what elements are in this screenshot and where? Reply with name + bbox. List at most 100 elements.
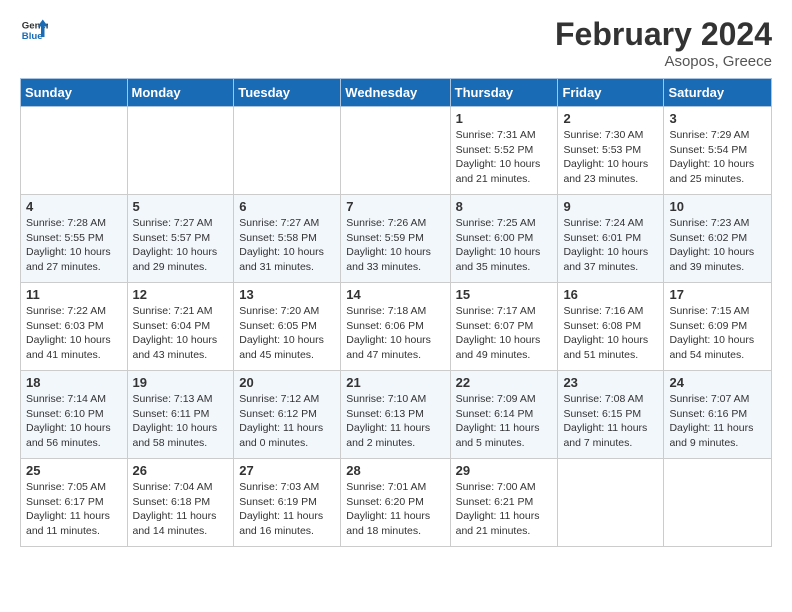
day-info: Sunrise: 7:08 AM Sunset: 6:15 PM Dayligh… <box>563 392 658 451</box>
day-info: Sunrise: 7:28 AM Sunset: 5:55 PM Dayligh… <box>26 216 122 275</box>
day-info: Sunrise: 7:04 AM Sunset: 6:18 PM Dayligh… <box>133 480 229 539</box>
calendar-cell: 4 Sunrise: 7:28 AM Sunset: 5:55 PM Daylig… <box>21 195 128 283</box>
day-info: Sunrise: 7:26 AM Sunset: 5:59 PM Dayligh… <box>346 216 444 275</box>
day-info: Sunrise: 7:25 AM Sunset: 6:00 PM Dayligh… <box>456 216 553 275</box>
weekday-header: Tuesday <box>234 79 341 107</box>
day-number: 17 <box>669 287 766 302</box>
day-info: Sunrise: 7:30 AM Sunset: 5:53 PM Dayligh… <box>563 128 658 187</box>
calendar-cell <box>234 107 341 195</box>
calendar-cell: 15Sunrise: 7:17 AM Sunset: 6:07 PM Dayli… <box>450 283 558 371</box>
calendar-cell <box>558 459 664 547</box>
day-number: 23 <box>563 375 658 390</box>
weekday-header-row: SundayMondayTuesdayWednesdayThursdayFrid… <box>21 79 772 107</box>
day-info: Sunrise: 7:18 AM Sunset: 6:06 PM Dayligh… <box>346 304 444 363</box>
day-info: Sunrise: 7:15 AM Sunset: 6:09 PM Dayligh… <box>669 304 766 363</box>
calendar-cell: 29 Sunrise: 7:00 AM Sunset: 6:21 PM Dayli… <box>450 459 558 547</box>
day-info: Sunrise: 7:10 AM Sunset: 6:13 PM Dayligh… <box>346 392 444 451</box>
day-number: 8 <box>456 199 553 214</box>
day-number: 25 <box>26 463 122 478</box>
calendar-cell: 12 Sunrise: 7:21 AM Sunset: 6:04 PM Dayli… <box>127 283 234 371</box>
calendar-week-row: 11Sunrise: 7:22 AM Sunset: 6:03 PM Dayli… <box>21 283 772 371</box>
weekday-header: Monday <box>127 79 234 107</box>
day-info: Sunrise: 7:31 AM Sunset: 5:52 PM Dayligh… <box>456 128 553 187</box>
day-number: 22 <box>456 375 553 390</box>
calendar-cell: 16 Sunrise: 7:16 AM Sunset: 6:08 PM Dayli… <box>558 283 664 371</box>
calendar-cell: 1 Sunrise: 7:31 AM Sunset: 5:52 PM Daylig… <box>450 107 558 195</box>
day-number: 14 <box>346 287 444 302</box>
weekday-header: Friday <box>558 79 664 107</box>
calendar-week-row: 4 Sunrise: 7:28 AM Sunset: 5:55 PM Daylig… <box>21 195 772 283</box>
day-info: Sunrise: 7:00 AM Sunset: 6:21 PM Dayligh… <box>456 480 553 539</box>
calendar-cell: 2 Sunrise: 7:30 AM Sunset: 5:53 PM Daylig… <box>558 107 664 195</box>
day-info: Sunrise: 7:27 AM Sunset: 5:57 PM Dayligh… <box>133 216 229 275</box>
day-number: 19 <box>133 375 229 390</box>
day-info: Sunrise: 7:01 AM Sunset: 6:20 PM Dayligh… <box>346 480 444 539</box>
day-number: 2 <box>563 111 658 126</box>
day-number: 26 <box>133 463 229 478</box>
day-info: Sunrise: 7:07 AM Sunset: 6:16 PM Dayligh… <box>669 392 766 451</box>
day-number: 12 <box>133 287 229 302</box>
day-info: Sunrise: 7:20 AM Sunset: 6:05 PM Dayligh… <box>239 304 335 363</box>
day-info: Sunrise: 7:27 AM Sunset: 5:58 PM Dayligh… <box>239 216 335 275</box>
day-number: 1 <box>456 111 553 126</box>
calendar-cell: 9 Sunrise: 7:24 AM Sunset: 6:01 PM Daylig… <box>558 195 664 283</box>
day-number: 16 <box>563 287 658 302</box>
calendar-cell: 26 Sunrise: 7:04 AM Sunset: 6:18 PM Dayli… <box>127 459 234 547</box>
day-info: Sunrise: 7:23 AM Sunset: 6:02 PM Dayligh… <box>669 216 766 275</box>
calendar-cell: 7 Sunrise: 7:26 AM Sunset: 5:59 PM Daylig… <box>341 195 450 283</box>
day-number: 4 <box>26 199 122 214</box>
calendar-cell <box>21 107 128 195</box>
calendar-cell: 27Sunrise: 7:03 AM Sunset: 6:19 PM Dayli… <box>234 459 341 547</box>
day-info: Sunrise: 7:09 AM Sunset: 6:14 PM Dayligh… <box>456 392 553 451</box>
day-number: 9 <box>563 199 658 214</box>
day-info: Sunrise: 7:21 AM Sunset: 6:04 PM Dayligh… <box>133 304 229 363</box>
calendar-cell: 22 Sunrise: 7:09 AM Sunset: 6:14 PM Dayli… <box>450 371 558 459</box>
calendar-cell: 21 Sunrise: 7:10 AM Sunset: 6:13 PM Dayli… <box>341 371 450 459</box>
day-info: Sunrise: 7:29 AM Sunset: 5:54 PM Dayligh… <box>669 128 766 187</box>
day-info: Sunrise: 7:03 AM Sunset: 6:19 PM Dayligh… <box>239 480 335 539</box>
calendar-cell: 14 Sunrise: 7:18 AM Sunset: 6:06 PM Dayli… <box>341 283 450 371</box>
calendar-cell <box>341 107 450 195</box>
day-info: Sunrise: 7:13 AM Sunset: 6:11 PM Dayligh… <box>133 392 229 451</box>
calendar-cell: 20Sunrise: 7:12 AM Sunset: 6:12 PM Dayli… <box>234 371 341 459</box>
weekday-header: Sunday <box>21 79 128 107</box>
svg-text:Blue: Blue <box>22 31 43 42</box>
day-number: 29 <box>456 463 553 478</box>
day-number: 13 <box>239 287 335 302</box>
calendar-cell: 5 Sunrise: 7:27 AM Sunset: 5:57 PM Daylig… <box>127 195 234 283</box>
day-number: 21 <box>346 375 444 390</box>
location-subtitle: Asopos, Greece <box>555 53 772 70</box>
day-number: 6 <box>239 199 335 214</box>
day-info: Sunrise: 7:17 AM Sunset: 6:07 PM Dayligh… <box>456 304 553 363</box>
calendar-cell <box>664 459 772 547</box>
logo: General Blue <box>20 16 48 44</box>
calendar-table: SundayMondayTuesdayWednesdayThursdayFrid… <box>20 78 772 547</box>
calendar-week-row: 1 Sunrise: 7:31 AM Sunset: 5:52 PM Daylig… <box>21 107 772 195</box>
day-info: Sunrise: 7:22 AM Sunset: 6:03 PM Dayligh… <box>26 304 122 363</box>
logo-icon: General Blue <box>20 16 48 44</box>
calendar-cell: 25Sunrise: 7:05 AM Sunset: 6:17 PM Dayli… <box>21 459 128 547</box>
day-info: Sunrise: 7:24 AM Sunset: 6:01 PM Dayligh… <box>563 216 658 275</box>
calendar-cell: 18 Sunrise: 7:14 AM Sunset: 6:10 PM Dayli… <box>21 371 128 459</box>
calendar-cell: 17 Sunrise: 7:15 AM Sunset: 6:09 PM Dayli… <box>664 283 772 371</box>
weekday-header: Wednesday <box>341 79 450 107</box>
calendar-cell: 23 Sunrise: 7:08 AM Sunset: 6:15 PM Dayli… <box>558 371 664 459</box>
page-header: General Blue February 2024 Asopos, Greec… <box>20 16 772 70</box>
day-number: 3 <box>669 111 766 126</box>
day-number: 28 <box>346 463 444 478</box>
day-number: 18 <box>26 375 122 390</box>
day-info: Sunrise: 7:14 AM Sunset: 6:10 PM Dayligh… <box>26 392 122 451</box>
calendar-cell: 11Sunrise: 7:22 AM Sunset: 6:03 PM Dayli… <box>21 283 128 371</box>
day-number: 5 <box>133 199 229 214</box>
calendar-cell: 6 Sunrise: 7:27 AM Sunset: 5:58 PM Daylig… <box>234 195 341 283</box>
calendar-cell: 8 Sunrise: 7:25 AM Sunset: 6:00 PM Daylig… <box>450 195 558 283</box>
day-number: 24 <box>669 375 766 390</box>
weekday-header: Thursday <box>450 79 558 107</box>
day-number: 20 <box>239 375 335 390</box>
calendar-cell: 24 Sunrise: 7:07 AM Sunset: 6:16 PM Dayli… <box>664 371 772 459</box>
calendar-week-row: 25Sunrise: 7:05 AM Sunset: 6:17 PM Dayli… <box>21 459 772 547</box>
day-number: 7 <box>346 199 444 214</box>
month-year-title: February 2024 <box>555 16 772 53</box>
weekday-header: Saturday <box>664 79 772 107</box>
day-info: Sunrise: 7:16 AM Sunset: 6:08 PM Dayligh… <box>563 304 658 363</box>
